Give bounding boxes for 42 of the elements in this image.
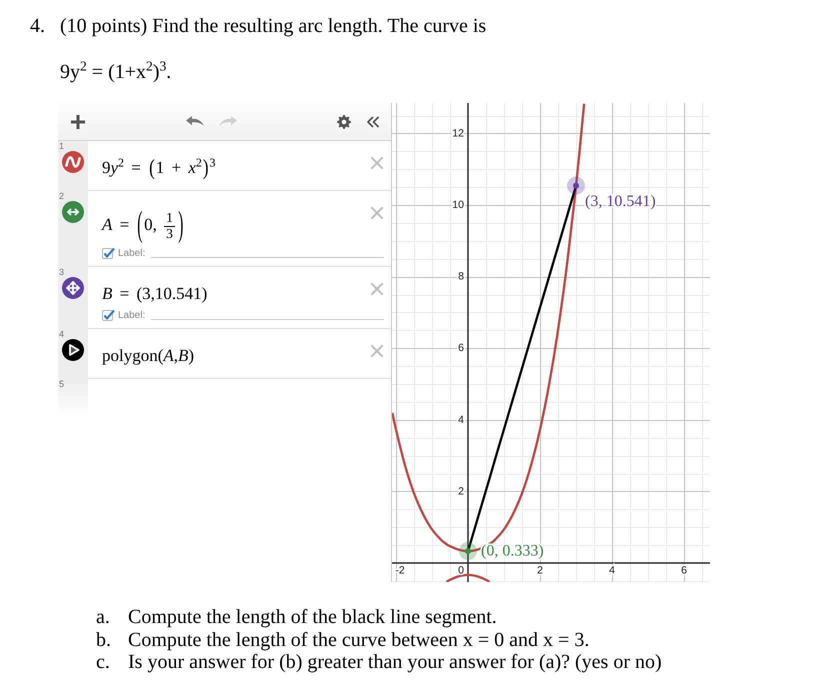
row-number: 2: [59, 192, 64, 201]
settings-icon[interactable]: [337, 114, 351, 128]
move-arrows-icon[interactable]: [62, 277, 84, 299]
question-text: Compute the length of the black line segment.: [128, 606, 497, 628]
list-marker: b.: [96, 628, 112, 651]
row-number: 4: [59, 330, 64, 339]
axis-tick-label: 10: [452, 199, 464, 212]
add-icon[interactable]: [71, 114, 85, 128]
point-label: (0, 0.333): [481, 542, 544, 560]
axis-tick-label: 2: [458, 485, 464, 498]
question-number: 4.: [30, 15, 46, 37]
axis-tick-label: -2: [395, 564, 405, 577]
axis-tick-label: 2: [537, 564, 543, 577]
origin-label: 0: [458, 564, 464, 577]
axis-tick-label: 12: [452, 127, 464, 140]
sine-wave-icon[interactable]: [62, 151, 84, 173]
undo-icon[interactable]: [186, 116, 204, 127]
axis-tick-label: 4: [609, 564, 615, 577]
question-text: (10 points) Find the resulting arc length. The curve is: [60, 15, 486, 37]
checkbox[interactable]: [102, 247, 115, 259]
math-expression[interactable]: polygon(A,B): [102, 343, 371, 369]
label-text: Label:: [118, 310, 146, 320]
row-number: 1: [59, 142, 64, 151]
axis-tick-label: 4: [458, 414, 464, 426]
math-expression[interactable]: B = (3,10.541): [102, 281, 371, 307]
math-expression[interactable]: 9y$^{2}$ = (1 + x$^{2}$)$^{3}$: [102, 155, 371, 181]
equation-text: 9y$^{2}$ = (1+x$^{2}$)$^{3}$.: [60, 61, 172, 83]
list-marker: a.: [96, 606, 111, 628]
collapse-icon[interactable]: [366, 114, 380, 128]
point-label: (3, 10.541): [585, 193, 656, 210]
point-marker[interactable]: [567, 176, 586, 195]
question-text: Compute the length of the curve between x = 0 and x = 3.: [128, 628, 590, 651]
list-marker: c.: [96, 651, 111, 674]
point-marker[interactable]: [459, 542, 477, 560]
checkbox[interactable]: [102, 309, 115, 321]
row-number: 5: [59, 380, 64, 389]
row-number: 3: [59, 268, 64, 277]
axis-tick-label: 8: [458, 270, 464, 283]
question-text: Is your answer for (b) greater than your answer for (a)? (yes or no): [128, 651, 662, 674]
axis-tick-label: 6: [458, 342, 464, 354]
axis-tick-label: 6: [681, 564, 687, 577]
label-text: Label:: [118, 248, 146, 258]
